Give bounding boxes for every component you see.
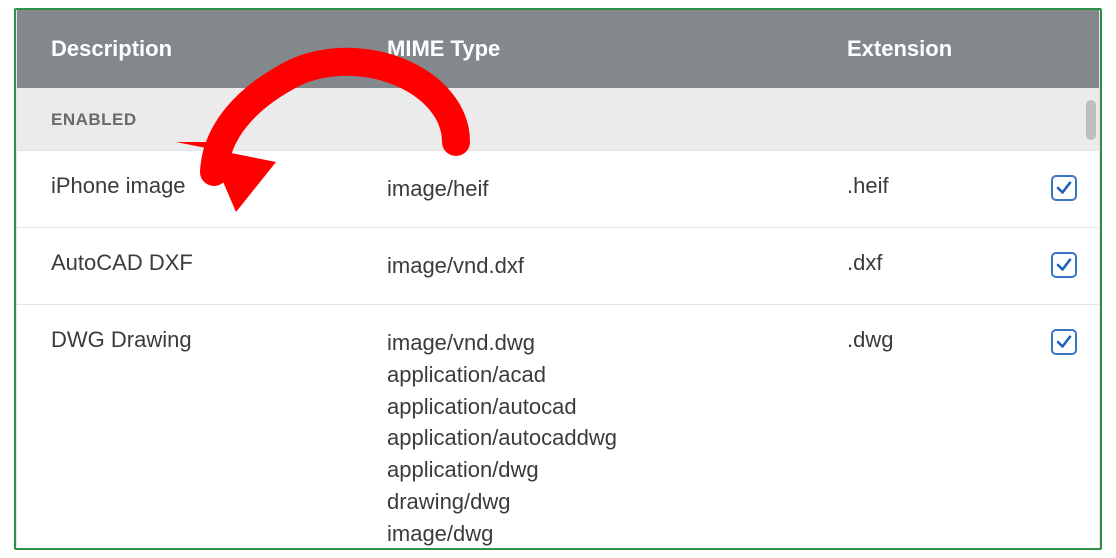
cell-description: DWG Drawing (17, 327, 387, 353)
cell-mime: image/heif (387, 173, 807, 205)
col-header-extension: Extension (807, 36, 1029, 62)
cell-description: iPhone image (17, 173, 387, 199)
enable-checkbox[interactable] (1051, 329, 1077, 355)
check-icon (1055, 179, 1073, 197)
cell-mime: image/vnd.dwg application/acad applicati… (387, 327, 807, 548)
scrollbar-thumb[interactable] (1086, 100, 1096, 140)
mime-table: Description MIME Type Extension ENABLED … (16, 10, 1100, 548)
cell-extension: .dwg (807, 327, 1029, 353)
scroll-area: Description MIME Type Extension ENABLED … (16, 10, 1100, 548)
enable-checkbox[interactable] (1051, 175, 1077, 201)
cell-mime: image/vnd.dxf (387, 250, 807, 282)
table-row: DWG Drawing image/vnd.dwg application/ac… (17, 305, 1099, 548)
table-header: Description MIME Type Extension (17, 10, 1099, 88)
cell-description: AutoCAD DXF (17, 250, 387, 276)
col-header-description: Description (17, 36, 387, 62)
table-row: iPhone image image/heif .heif (17, 151, 1099, 228)
table-row: AutoCAD DXF image/vnd.dxf .dxf (17, 228, 1099, 305)
check-icon (1055, 256, 1073, 274)
group-header-enabled: ENABLED (17, 88, 1099, 151)
panel-frame: Description MIME Type Extension ENABLED … (14, 8, 1102, 550)
check-icon (1055, 333, 1073, 351)
cell-extension: .dxf (807, 250, 1029, 276)
cell-extension: .heif (807, 173, 1029, 199)
col-header-mime: MIME Type (387, 36, 807, 62)
enable-checkbox[interactable] (1051, 252, 1077, 278)
